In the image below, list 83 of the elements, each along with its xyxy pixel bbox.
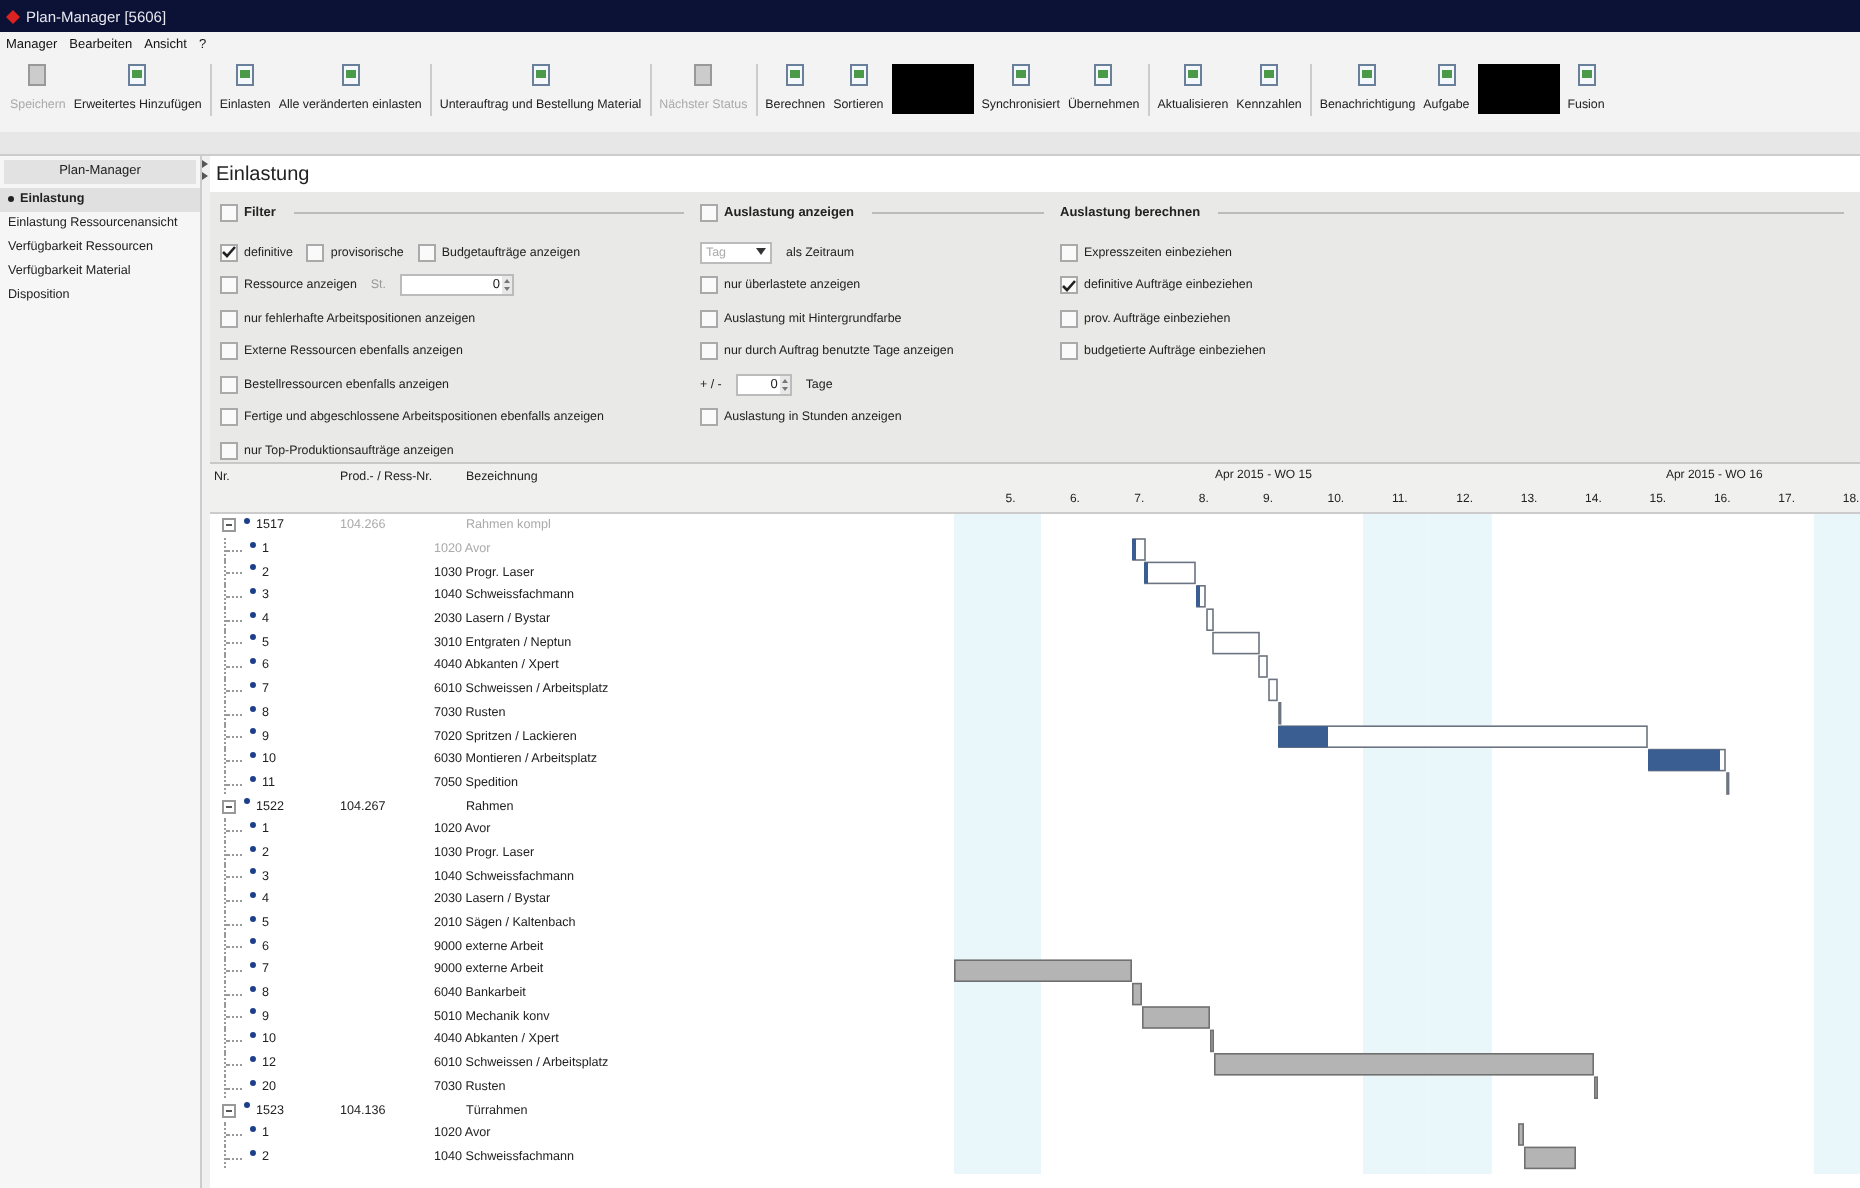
checkbox[interactable] [220, 342, 238, 361]
node-dot-icon [250, 985, 256, 992]
collapse-arrows-icon [202, 160, 210, 180]
node-dot-icon [250, 938, 256, 945]
collapse-icon[interactable] [222, 799, 236, 814]
node-dot-icon [250, 634, 256, 641]
node-dot-icon [250, 868, 256, 875]
document-icon [786, 64, 805, 86]
node-dot-icon [250, 845, 256, 852]
checkbox[interactable] [1060, 309, 1078, 328]
node-dot-icon [250, 588, 256, 595]
node-dot-icon [250, 1149, 256, 1156]
spin-arrows-icon [502, 276, 512, 295]
checkbox[interactable] [220, 408, 238, 427]
checkbox[interactable] [1060, 276, 1078, 295]
gantt-bar[interactable] [1524, 1146, 1576, 1170]
node-dot-icon [250, 751, 256, 758]
blacked-out-area [891, 64, 974, 114]
document-icon [694, 64, 713, 86]
checkbox[interactable] [220, 243, 238, 262]
checkbox[interactable] [306, 243, 325, 262]
gantt-bar[interactable] [1268, 678, 1278, 702]
checkbox[interactable] [220, 309, 238, 328]
node-dot-icon [244, 1102, 250, 1109]
node-dot-icon [250, 681, 256, 688]
blacked-out-area [1477, 64, 1560, 114]
node-dot-icon [250, 915, 256, 922]
gantt-bar[interactable] [1278, 725, 1648, 748]
caret-icon [756, 248, 766, 257]
checkbox[interactable] [700, 276, 718, 295]
node-dot-icon [250, 1008, 256, 1015]
checkbox[interactable] [700, 309, 718, 328]
checkbox[interactable] [417, 243, 436, 262]
collapse-icon[interactable] [222, 518, 236, 533]
document-icon [1183, 64, 1202, 86]
node-dot-icon [250, 962, 256, 969]
checkbox[interactable] [220, 441, 238, 460]
spin-arrows-icon [779, 375, 790, 394]
node-dot-icon [250, 892, 256, 898]
node-dot-icon [250, 1125, 256, 1132]
node-dot-icon [250, 728, 256, 735]
node-dot-icon [250, 541, 256, 548]
gantt-bar[interactable] [1648, 748, 1726, 772]
node-dot-icon [250, 821, 256, 828]
node-dot-icon [250, 1079, 256, 1085]
node-dot-icon [250, 775, 256, 782]
checkbox[interactable] [700, 408, 718, 427]
node-dot-icon [250, 611, 256, 618]
node-dot-icon [250, 1055, 256, 1062]
node-dot-icon [244, 798, 250, 805]
node-dot-icon [250, 1032, 256, 1039]
document-icon [1577, 64, 1596, 86]
document-icon [1011, 64, 1030, 86]
collapse-icon[interactable] [222, 1103, 236, 1118]
checkbox[interactable] [1060, 342, 1078, 361]
document-icon [1260, 64, 1278, 86]
document-icon [531, 64, 550, 86]
node-dot-icon [250, 658, 256, 665]
document-icon [1094, 64, 1113, 86]
document-icon [341, 64, 360, 86]
gantt-bar[interactable] [1144, 561, 1196, 585]
gantt-bar[interactable] [1206, 608, 1214, 631]
node-dot-icon [250, 564, 256, 571]
checkbox[interactable] [220, 375, 238, 394]
document-icon [236, 64, 255, 86]
gantt-bar[interactable] [1132, 982, 1142, 1006]
checkbox[interactable] [220, 276, 238, 295]
node-dot-icon [250, 705, 256, 711]
gantt-bar[interactable] [1212, 631, 1260, 655]
gantt-bar[interactable] [1132, 538, 1146, 561]
checkbox[interactable] [700, 342, 718, 361]
document-icon [849, 64, 868, 86]
checkbox[interactable] [700, 203, 718, 221]
checkbox[interactable] [1060, 243, 1078, 262]
node-dot-icon [244, 518, 250, 524]
checkbox[interactable] [220, 203, 238, 221]
gantt-bar[interactable] [1258, 655, 1268, 678]
app-icon [6, 9, 20, 23]
document-icon [1437, 64, 1456, 86]
document-icon [1358, 64, 1377, 86]
gantt-bar[interactable] [1196, 585, 1206, 608]
document-icon [28, 64, 47, 86]
document-icon [128, 64, 147, 86]
